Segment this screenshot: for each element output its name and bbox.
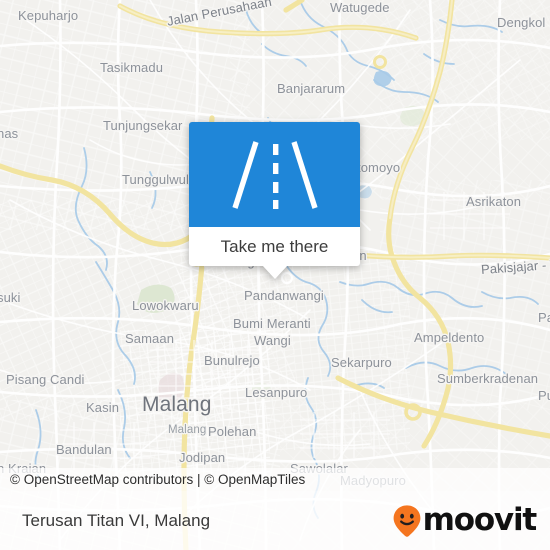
attribution-text: © OpenStreetMap contributors | © OpenMap…	[10, 472, 306, 487]
map-attribution-bar[interactable]: © OpenStreetMap contributors | © OpenMap…	[0, 468, 550, 491]
moovit-pin-smiley-icon	[393, 504, 421, 537]
map-screen: Kepuharjo Watugede Dengkol Jalan Perusah…	[0, 0, 550, 550]
popup-pointer	[261, 265, 288, 279]
place-title: Terusan Titan VI, Malang	[22, 510, 211, 530]
road-ahead-icon	[231, 140, 318, 209]
moovit-brand[interactable]: moovit	[392, 504, 550, 538]
moovit-wordmark: moovit	[422, 502, 538, 538]
popup-icon-panel	[189, 122, 360, 227]
take-me-there-label: Take me there	[220, 236, 329, 256]
popup-action-bar[interactable]: Take me there	[189, 227, 360, 266]
take-me-there-popup[interactable]: Take me there	[189, 122, 360, 279]
bottom-bar: Terusan Titan VI, Malang moovit	[0, 491, 550, 550]
